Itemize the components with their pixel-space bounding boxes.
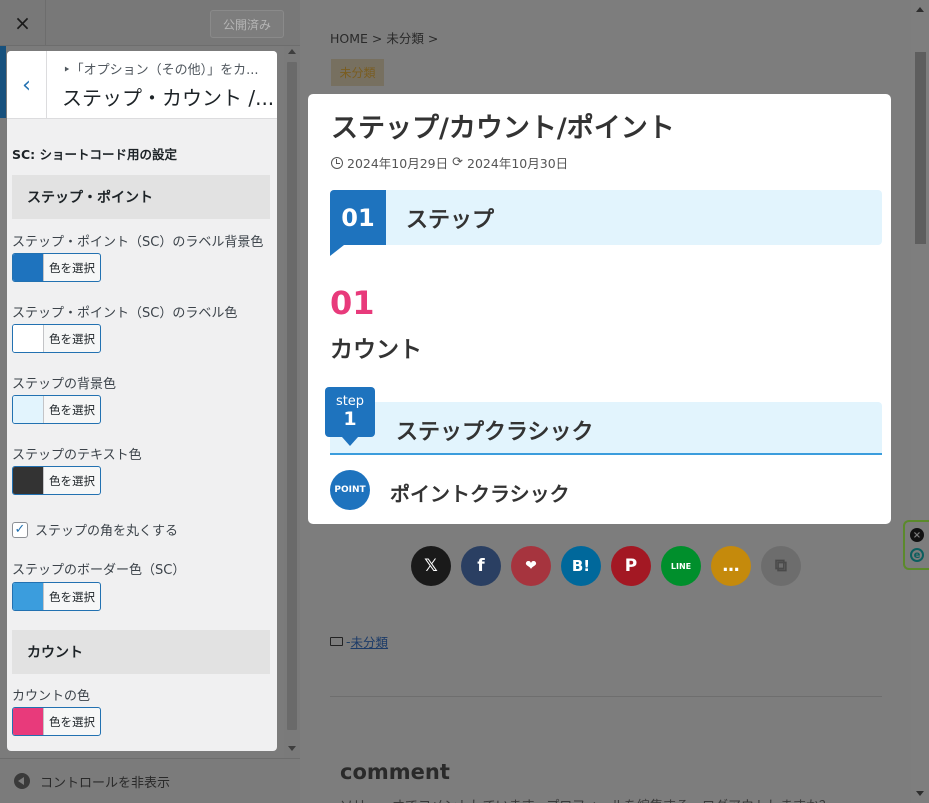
copy-link-button[interactable]: ⧉ [761,546,801,586]
step-block: 01 ステップ [330,190,882,256]
share-pocket-button[interactable]: ❤ [511,546,551,586]
scroll-down-icon[interactable] [288,746,296,751]
label-bg-color-label: ステップ・ポイント（SC）のラベル背景色 [12,235,264,250]
label-text-color-label: ステップ・ポイント（SC）のラベル色 [12,306,238,321]
shortcode-settings-title: SC: ショートコード用の設定 [12,147,178,162]
share-facebook-button[interactable]: f [461,546,501,586]
label-text-color-button[interactable]: 色を選択 [12,324,101,353]
color-button-label: 色を選択 [49,331,95,346]
sidebar-scrollbar[interactable] [284,46,300,758]
color-swatch [13,396,44,423]
post-title: ステップ/カウント/ポイント [331,113,675,144]
panel-header: ‹ ‣「オプション（その他）」をカ... ステップ・カウント /... [7,51,277,119]
color-button-label: 色を選択 [49,589,95,604]
facebook-icon: f [477,556,485,576]
share-line-button[interactable]: LINE [661,546,701,586]
step-classic-number: 1 [343,408,357,430]
post-category: - 未分類 [330,632,388,651]
scroll-up-icon[interactable] [288,49,296,54]
color-button-label: 色を選択 [49,473,95,488]
rounded-corners-label: ステップの角を丸くする [35,524,179,539]
share-pinterest-button[interactable]: P [611,546,651,586]
rounded-corners-option[interactable]: ✓ ステップの角を丸くする [12,520,178,539]
count-color-label: カウントの色 [12,689,91,704]
comment-notice: ソリューオでコメントしています。プロフィールを編集する。ログアウトしますか？ [340,795,832,803]
scrollbar-thumb[interactable] [287,62,297,730]
content-divider [330,696,882,697]
count-title: カウント [330,337,422,363]
clock-icon [331,156,343,169]
line-icon: LINE [670,561,692,571]
step-text-color-button[interactable]: 色を選択 [12,466,101,495]
post-dates: 2024年10月29日 ⟳ 2024年10月30日 [331,153,568,172]
scroll-down-icon[interactable] [916,791,924,796]
color-swatch [13,583,44,610]
comment-icon: … [722,556,740,576]
color-swatch [13,325,44,352]
step-bg-color-label: ステップの背景色 [12,377,117,392]
section-count: カウント [12,630,270,674]
step-title: ステップ [406,208,495,233]
count-color-button[interactable]: 色を選択 [12,707,101,736]
post-content-card: ステップ/カウント/ポイント 2024年10月29日 ⟳ 2024年10月30日… [308,94,891,524]
back-button[interactable]: ‹ [7,51,47,119]
collapse-arrow-icon [14,773,30,789]
category-link[interactable]: 未分類 [351,632,389,651]
close-icon[interactable]: × [910,528,924,542]
color-swatch [13,254,44,281]
point-classic-title: ポイントクラシック [390,482,570,506]
hide-controls-label: コントロールを非表示 [40,775,171,791]
refresh-icon: ⟳ [452,155,464,170]
step-border-color-button[interactable]: 色を選択 [12,582,101,611]
preview-scrollbar[interactable] [911,0,929,803]
hide-controls-button[interactable]: コントロールを非表示 [0,758,300,803]
step-text-color-label: ステップのテキスト色 [12,448,142,463]
section-step-point: ステップ・ポイント [12,175,270,219]
label-bg-color-button[interactable]: 色を選択 [12,253,101,282]
step-bg-color-button[interactable]: 色を選択 [12,395,101,424]
folder-icon [330,637,343,646]
step-word: step [335,394,365,409]
color-button-label: 色を選択 [49,260,95,275]
hatena-icon: B! [571,557,591,575]
step-label-tail [330,245,344,256]
panel-breadcrumb: ‣「オプション（その他）」をカ... [63,63,259,78]
category-tag[interactable]: 未分類 [331,59,384,86]
share-comment-button[interactable]: … [711,546,751,586]
color-swatch [13,467,44,494]
step-classic-title: ステップクラシック [396,420,594,445]
settings-panel: ‹ ‣「オプション（その他）」をカ... ステップ・カウント /... SC: … [7,51,277,751]
panel-accent-edge [0,46,6,118]
published-date: 2024年10月29日 [347,156,449,171]
panel-title: ステップ・カウント /... [62,86,275,110]
share-x-button[interactable]: 𝕏 [411,546,451,586]
customizer-topbar: × 公開済み [0,0,300,46]
color-button-label: 色を選択 [49,402,95,417]
rounded-corners-checkbox[interactable]: ✓ [12,521,28,538]
comment-heading: comment [340,760,450,784]
count-number: 01 [330,284,375,322]
step-number-label: 01 [330,190,386,245]
x-icon: 𝕏 [424,556,438,576]
extension-e-icon[interactable]: e [910,548,924,562]
step-classic-tail [342,437,358,446]
share-hatena-button[interactable]: B! [561,546,601,586]
color-swatch [13,708,44,735]
close-icon[interactable]: × [0,0,46,46]
preview-breadcrumb[interactable]: HOME > 未分類 > [330,28,438,47]
publish-button[interactable]: 公開済み [210,10,284,38]
extension-widget[interactable]: × e [903,520,929,570]
copy-icon: ⧉ [774,556,788,576]
point-badge-icon: POINT [330,470,370,510]
updated-date: 2024年10月30日 [467,156,569,171]
scroll-up-icon[interactable] [916,7,924,12]
color-button-label: 色を選択 [49,714,95,729]
chevron-left-icon: ‹ [22,72,31,98]
pocket-icon: ❤ [525,558,537,574]
scrollbar-thumb[interactable] [915,52,926,244]
customizer-sidebar: × 公開済み ‹ ‣「オプション（その他）」をカ... ステップ・カウント /.… [0,0,300,803]
step-classic-badge: step 1 [325,387,375,437]
pinterest-icon: P [624,556,638,576]
step-border-color-label: ステップのボーダー色（SC） [12,563,186,578]
